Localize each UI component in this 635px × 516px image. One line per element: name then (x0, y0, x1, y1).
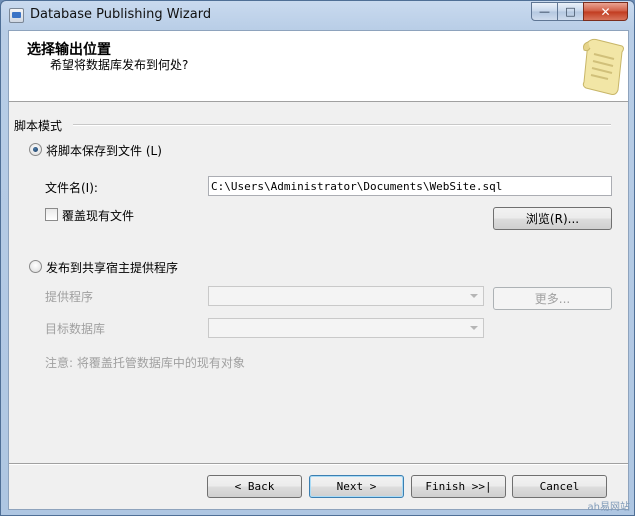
minimize-icon: — (539, 5, 550, 18)
overwrite-note: 注意: 将覆盖托管数据库中的现有对象 (45, 356, 245, 370)
next-button[interactable]: Next > (309, 475, 404, 498)
window-title: Database Publishing Wizard (30, 7, 212, 22)
script-mode-label: 脚本模式 (14, 119, 63, 133)
wizard-header: 选择输出位置 希望将数据库发布到何处? (9, 31, 628, 102)
provider-select[interactable] (208, 286, 484, 306)
save-to-file-radio[interactable] (29, 143, 42, 156)
close-button[interactable]: ✕ (583, 2, 628, 21)
back-button[interactable]: < Back (207, 475, 302, 498)
provider-label: 提供程序 (45, 290, 94, 304)
save-to-file-label[interactable]: 将脚本保存到文件 (L) (46, 142, 162, 159)
cancel-button[interactable]: Cancel (512, 475, 607, 498)
target-db-select[interactable] (208, 318, 484, 338)
window-controls: — □ ✕ (531, 2, 628, 21)
filename-input[interactable]: C:\Users\Administrator\Documents\WebSite… (208, 176, 612, 196)
maximize-button[interactable]: □ (557, 2, 584, 21)
wizard-window: Database Publishing Wizard — □ ✕ 选择输出位置 … (0, 0, 635, 516)
chevron-down-icon (470, 326, 478, 330)
maximize-icon: □ (565, 5, 576, 18)
target-db-label: 目标数据库 (45, 322, 106, 336)
page-subtitle: 希望将数据库发布到何处? (50, 58, 189, 72)
publish-label[interactable]: 发布到共享宿主提供程序 (46, 259, 178, 276)
finish-button[interactable]: Finish >>| (411, 475, 506, 498)
more-button[interactable]: 更多... (493, 287, 612, 310)
app-icon (9, 8, 24, 23)
browse-button[interactable]: 浏览(R)... (493, 207, 612, 230)
minimize-button[interactable]: — (531, 2, 558, 21)
footer-divider (9, 463, 628, 465)
section-divider (73, 124, 611, 126)
watermark: ah易网站 (587, 502, 630, 513)
scroll-icon (582, 38, 624, 95)
overwrite-label[interactable]: 覆盖现有文件 (62, 207, 134, 224)
overwrite-checkbox[interactable] (45, 208, 58, 221)
chevron-down-icon (470, 294, 478, 298)
title-bar[interactable]: Database Publishing Wizard — □ ✕ (1, 1, 634, 30)
filename-label: 文件名(I): (45, 181, 98, 195)
publish-radio[interactable] (29, 260, 42, 273)
close-icon: ✕ (600, 4, 611, 19)
wizard-client-area: 选择输出位置 希望将数据库发布到何处? 脚本模式 将脚本保存到文件 (L) 文件… (8, 30, 629, 510)
